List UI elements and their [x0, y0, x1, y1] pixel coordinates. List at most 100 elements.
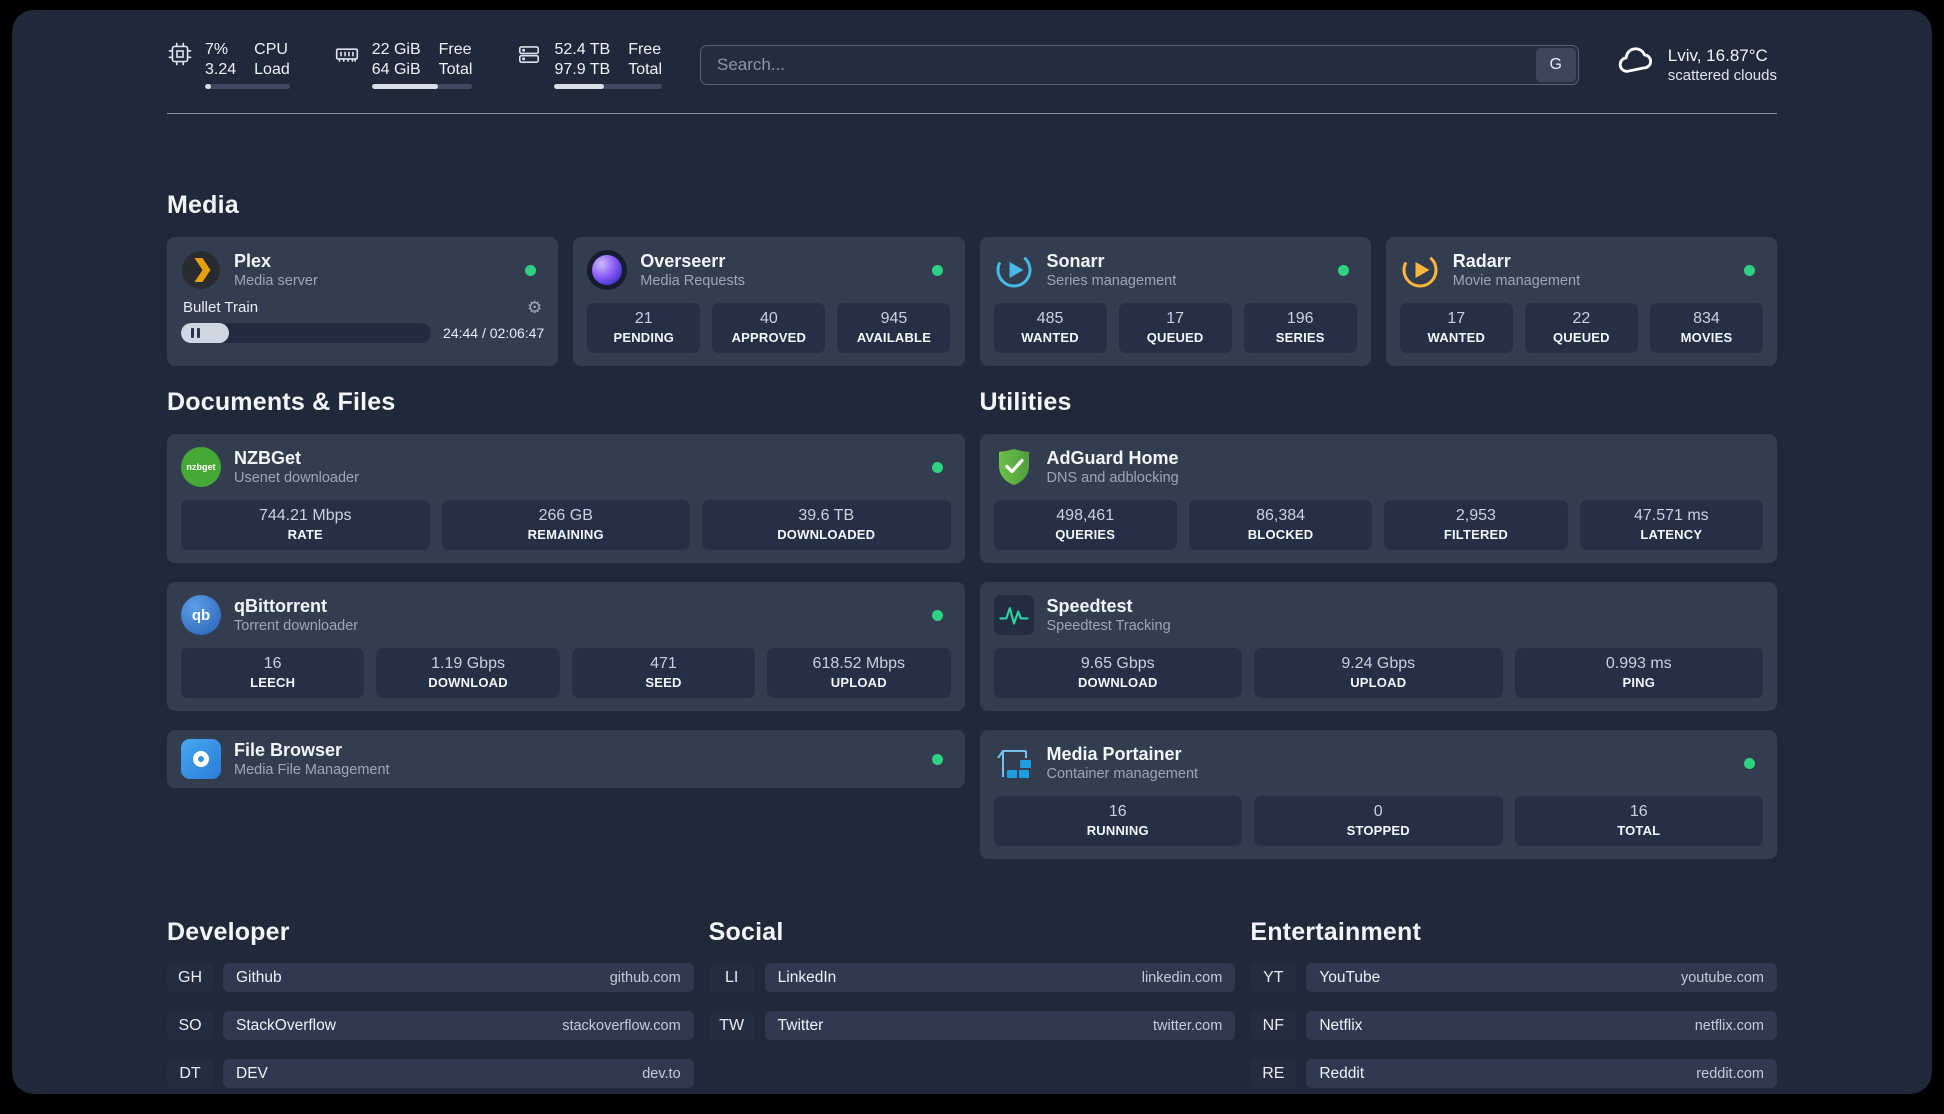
bookmark-name: Twitter [777, 1016, 824, 1034]
bookmark-domain: stackoverflow.com [562, 1017, 681, 1034]
cpu-label-top: CPU [254, 41, 288, 58]
stat-running: 16 RUNNING [993, 796, 1242, 846]
service-name: Plex [234, 251, 272, 271]
disk-total-value: 97.9 TB [554, 61, 611, 78]
memory-label-bottom: Total [438, 61, 473, 78]
cpu-percent: 7% [205, 41, 229, 58]
service-card-nzbget[interactable]: nzbget NZBGet Usenet downloader 744.21 M… [167, 434, 965, 563]
service-card-overseerr[interactable]: Overseerr Media Requests 21 PENDING 40 A… [573, 237, 965, 366]
service-desc: Torrent downloader [234, 618, 359, 634]
service-name: qBittorrent [234, 596, 327, 616]
bookmark-abbr: LI [708, 963, 755, 992]
stat-series: 196 SERIES [1243, 303, 1357, 353]
bookmark-name: StackOverflow [236, 1016, 336, 1034]
bookmark-abbr: YT [1250, 963, 1297, 992]
topbar: 7% CPU 3.24 Load 22 GiB Free 64 GiB Tota… [167, 40, 1777, 89]
service-card-plex[interactable]: Plex Media server Bullet Train ⚙ 24:44 /… [167, 237, 559, 366]
stat-queued: 22 QUEUED [1524, 303, 1638, 353]
bookmark-domain: twitter.com [1153, 1017, 1223, 1034]
playback-progressbar [181, 323, 432, 343]
gear-icon[interactable]: ⚙ [527, 299, 542, 316]
stat-latency: 47.571 ms LATENCY [1579, 500, 1763, 550]
cloud-icon [1617, 45, 1655, 79]
bookmark-abbr: NF [1250, 1011, 1297, 1040]
memory-progressbar [371, 84, 473, 89]
service-name: Speedtest [1046, 596, 1133, 616]
adguard-icon [994, 447, 1034, 487]
stat-ping: 0.993 ms PING [1514, 648, 1763, 698]
bookmark-name: Netflix [1319, 1016, 1363, 1034]
status-dot [931, 609, 943, 621]
section-utilities: Utilities AdGuard Home DNS and adblockin… [979, 387, 1777, 859]
search-input[interactable] [703, 54, 1536, 75]
portainer-icon [994, 743, 1034, 783]
stat-available: 945 AVAILABLE [837, 303, 951, 353]
bookmark-linkedin[interactable]: LI LinkedIn linkedin.com [708, 963, 1236, 992]
service-card-portainer[interactable]: Media Portainer Container management 16 … [979, 730, 1777, 859]
stat-download: 9.65 Gbps DOWNLOAD [993, 648, 1242, 698]
bookmark-abbr: TW [708, 1011, 755, 1040]
cpu-label-bottom: Load [254, 61, 290, 78]
bookmark-twitter[interactable]: TW Twitter twitter.com [708, 1011, 1236, 1040]
service-name: Radarr [1452, 251, 1511, 271]
stat-seed: 471 SEED [571, 648, 756, 698]
cpu-icon [167, 41, 193, 89]
disk-free-value: 52.4 TB [554, 41, 611, 58]
status-dot [931, 264, 943, 276]
service-card-sonarr[interactable]: Sonarr Series management 485 WANTED 17 Q… [979, 237, 1371, 366]
disk-icon [516, 41, 542, 89]
bookmark-domain: youtube.com [1680, 969, 1764, 986]
status-dot [1337, 264, 1349, 276]
service-desc: Media Requests [640, 273, 746, 289]
cpu-load-value: 3.24 [205, 61, 237, 78]
topbar-divider [167, 113, 1777, 114]
bookmark-stackoverflow[interactable]: SO StackOverflow stackoverflow.com [167, 1011, 694, 1040]
section-title-developer: Developer [167, 918, 290, 946]
service-name: NZBGet [234, 448, 301, 468]
stat-wanted: 485 WANTED [993, 303, 1107, 353]
service-desc: Series management [1046, 273, 1177, 289]
service-card-filebrowser[interactable]: File Browser Media File Management [167, 730, 965, 788]
sonarr-icon [994, 250, 1034, 290]
service-name: Overseerr [640, 251, 726, 271]
bookmark-netflix[interactable]: NF Netflix netflix.com [1250, 1011, 1777, 1040]
service-card-radarr[interactable]: Radarr Movie management 17 WANTED 22 QUE… [1385, 237, 1777, 366]
bookmark-youtube[interactable]: YT YouTube youtube.com [1250, 963, 1777, 992]
cpu-progressbar [205, 84, 290, 89]
search-provider-button[interactable]: G [1535, 47, 1576, 82]
section-title-entertainment: Entertainment [1250, 918, 1422, 946]
bookmark-domain: github.com [609, 969, 681, 986]
section-media: Media Plex Media server Bullet Train ⚙ 2… [167, 190, 1777, 366]
weather-condition: scattered clouds [1667, 66, 1777, 84]
stat-wanted: 17 WANTED [1399, 303, 1513, 353]
disk-progressbar [554, 84, 662, 89]
memory-icon [334, 41, 360, 89]
bookmark-name: DEV [236, 1064, 268, 1082]
service-desc: Media server [234, 273, 318, 289]
stat-upload: 618.52 Mbps UPLOAD [767, 648, 951, 698]
weather-location: Lviv, 16.87°C [1667, 45, 1768, 65]
service-card-speedtest[interactable]: Speedtest Speedtest Tracking 9.65 Gbps D… [979, 582, 1777, 711]
service-card-qbittorrent[interactable]: qb qBittorrent Torrent downloader 16 LEE… [167, 582, 965, 711]
status-dot [931, 461, 943, 473]
search-bar: G [700, 44, 1579, 85]
bookmark-dev[interactable]: DT DEV dev.to [167, 1059, 694, 1088]
stat-approved: 40 APPROVED [712, 303, 826, 353]
bookmark-name: YouTube [1319, 968, 1381, 986]
service-card-adguard[interactable]: AdGuard Home DNS and adblocking 498,461 … [979, 434, 1777, 563]
service-name: AdGuard Home [1046, 448, 1179, 468]
disk-label-top: Free [628, 41, 662, 58]
radarr-icon [1400, 250, 1440, 290]
status-dot [1744, 264, 1755, 276]
bookmark-github[interactable]: GH Github github.com [167, 963, 694, 992]
overseerr-icon [587, 250, 628, 290]
bookmark-reddit[interactable]: RE Reddit reddit.com [1250, 1059, 1777, 1088]
service-name: Sonarr [1046, 251, 1105, 271]
service-desc: Container management [1046, 766, 1199, 782]
memory-widget: 22 GiB Free 64 GiB Total [334, 40, 473, 89]
memory-label-top: Free [438, 41, 472, 58]
service-desc: Media File Management [234, 762, 390, 778]
bookmark-domain: netflix.com [1694, 1017, 1764, 1034]
bookmark-abbr: GH [167, 963, 213, 992]
bookmark-abbr: RE [1250, 1059, 1297, 1088]
